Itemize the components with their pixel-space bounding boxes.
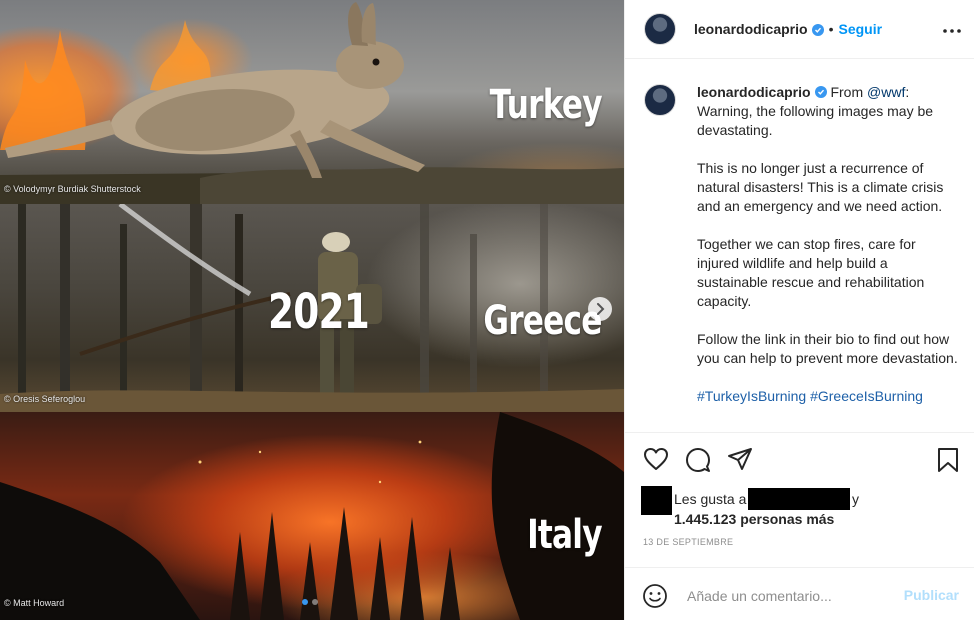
redacted-avatar [641, 486, 672, 515]
carousel-dot-active [302, 599, 308, 605]
comment-bar: Publicar [625, 567, 974, 621]
comment-input[interactable] [685, 584, 889, 608]
caption-from: From [830, 84, 868, 100]
heart-icon [644, 448, 668, 470]
caption-paragraph-3: Together we can stop fires, care for inj… [697, 236, 925, 309]
image-panel-turkey: © Volodymyr Burdiak Shutterstock Turkey [0, 0, 624, 204]
image-panel-italy: © Matt Howard Italy [0, 412, 624, 620]
verified-badge-icon [814, 86, 827, 98]
place-label-greece: Greece [483, 298, 603, 344]
photo-credit: © Volodymyr Burdiak Shutterstock [4, 184, 141, 194]
likes-prefix: Les gusta a [674, 491, 747, 507]
share-button[interactable] [727, 447, 753, 476]
caption-avatar[interactable] [644, 84, 676, 116]
carousel-indicator [302, 599, 318, 605]
year-label: 2021 [268, 284, 370, 340]
post-image[interactable]: © Volodymyr Burdiak Shutterstock Turkey [0, 0, 624, 620]
action-bar [625, 432, 974, 481]
mention-link[interactable]: @wwf [867, 84, 905, 100]
verified-badge-icon [811, 24, 824, 36]
caption-area: leonardodicaprio From @wwf: Warning, the… [625, 59, 974, 431]
smiley-icon [643, 584, 667, 608]
header-separator: • [828, 21, 834, 37]
caption-text: leonardodicaprio From @wwf: Warning, the… [697, 83, 959, 425]
post-date[interactable]: 13 DE SEPTIEMBRE [643, 537, 733, 547]
comment-button[interactable] [685, 447, 711, 478]
follow-button[interactable]: Seguir [838, 21, 882, 37]
post-header: leonardodicaprio • Seguir [625, 0, 974, 59]
redacted-username [748, 488, 850, 510]
publish-button[interactable]: Publicar [904, 587, 959, 603]
caption-paragraph-2: This is no longer just a recurrence of n… [697, 160, 944, 214]
caption-paragraph-4: Follow the link in their bio to find out… [697, 331, 958, 366]
likes-count-link[interactable]: 1.445.123 personas más [674, 510, 834, 528]
photo-credit: © Matt Howard [4, 598, 65, 608]
send-icon [728, 448, 752, 470]
next-slide-button[interactable] [588, 297, 612, 321]
caption-username[interactable]: leonardodicaprio [697, 84, 811, 100]
likes-others: personas más [740, 511, 835, 527]
likes-count: 1.445.123 [674, 511, 737, 527]
header-username[interactable]: leonardodicaprio [694, 21, 808, 37]
caption-paragraph-1: leonardodicaprio From @wwf: Warning, the… [697, 83, 959, 140]
like-button[interactable] [643, 447, 669, 476]
post-sidebar: leonardodicaprio • Seguir leonardodicapr… [624, 0, 974, 620]
likes-conjunction: y [852, 491, 859, 507]
photo-credit: © Oresis Seferoglou [4, 394, 86, 404]
comment-icon [686, 448, 710, 472]
save-button[interactable] [937, 447, 959, 478]
emoji-button[interactable] [642, 583, 668, 614]
bookmark-icon [938, 448, 958, 472]
hashtags-link[interactable]: #TurkeyIsBurning #GreeceIsBurning [697, 387, 959, 406]
chevron-right-icon [597, 303, 605, 315]
place-label-italy: Italy [527, 512, 602, 558]
more-options-icon[interactable] [943, 20, 961, 38]
place-label-turkey: Turkey [489, 82, 603, 128]
carousel-dot [312, 599, 318, 605]
avatar[interactable] [644, 13, 676, 45]
